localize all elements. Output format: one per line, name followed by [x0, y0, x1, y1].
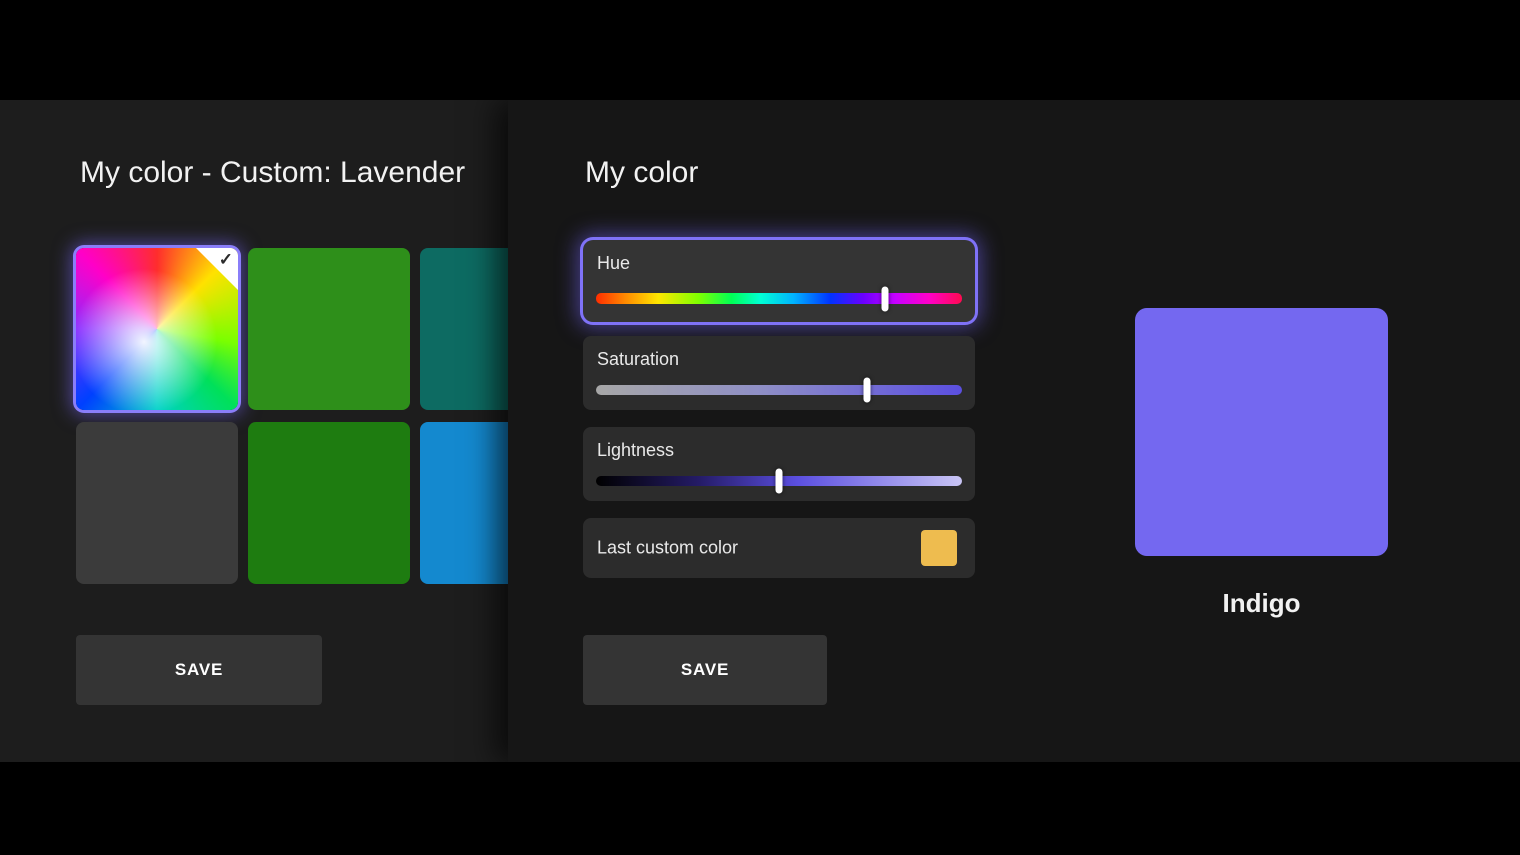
swatch-teal[interactable] [420, 248, 508, 410]
saturation-slider-group[interactable]: Saturation [583, 336, 975, 410]
last-custom-color-swatch[interactable] [921, 530, 957, 566]
right-panel-title: My color [585, 156, 699, 189]
custom-color-panel: My color Hue Saturation Lightness Last c… [508, 100, 1520, 762]
lightness-slider-thumb[interactable] [775, 468, 783, 494]
hue-slider-thumb[interactable] [881, 286, 889, 311]
checkmark-icon: ✓ [218, 250, 233, 269]
swatch-dark-green[interactable] [248, 422, 410, 584]
preset-color-panel: My color - Custom: Lavender ✓ SAVE [0, 100, 508, 762]
color-preview-name: Indigo [1222, 588, 1301, 618]
swatch-blue[interactable] [420, 422, 508, 584]
save-button[interactable]: SAVE [583, 635, 827, 705]
lightness-slider-group[interactable]: Lightness [583, 427, 975, 501]
hue-slider-group[interactable]: Hue [583, 240, 975, 322]
swatch-dark-gray[interactable] [76, 422, 238, 584]
saturation-slider-thumb[interactable] [863, 377, 871, 403]
saturation-label: Saturation [597, 349, 680, 369]
lightness-slider-track[interactable] [596, 468, 962, 494]
save-button-left[interactable]: SAVE [76, 635, 322, 705]
last-custom-color-label: Last custom color [597, 537, 739, 558]
hue-slider-track[interactable] [596, 286, 962, 311]
hue-label: Hue [597, 253, 631, 273]
swatch-custom-spectrum[interactable]: ✓ [76, 248, 238, 410]
left-panel-title: My color - Custom: Lavender [80, 156, 466, 189]
lightness-label: Lightness [597, 440, 675, 460]
color-preview-square [1135, 308, 1388, 556]
color-settings-screen: My color - Custom: Lavender ✓ SAVE My co… [0, 0, 1520, 855]
swatch-green[interactable] [248, 248, 410, 410]
saturation-slider-track[interactable] [596, 377, 962, 403]
last-custom-color-row[interactable]: Last custom color [583, 518, 975, 578]
